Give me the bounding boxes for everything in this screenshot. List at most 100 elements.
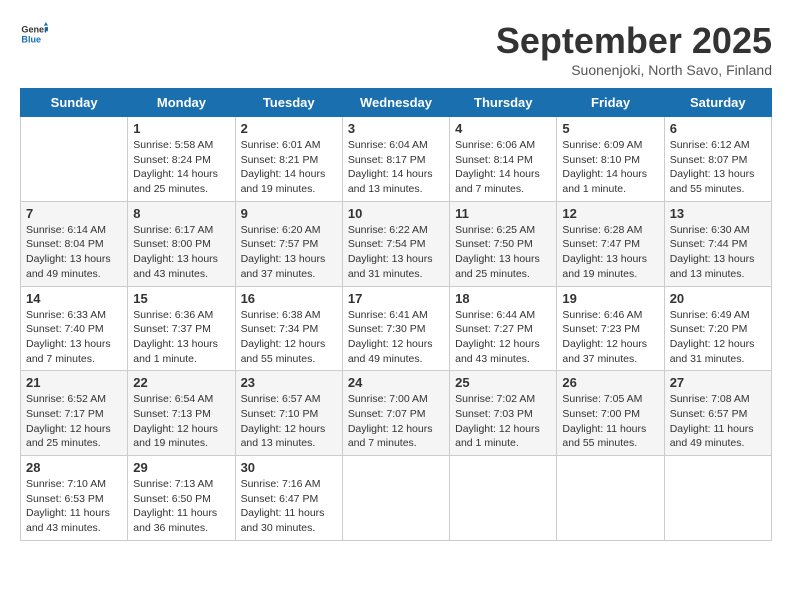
day-info: Sunrise: 6:25 AM Sunset: 7:50 PM Dayligh… bbox=[455, 223, 551, 282]
weekday-header-wednesday: Wednesday bbox=[342, 89, 449, 117]
day-info: Sunrise: 6:33 AM Sunset: 7:40 PM Dayligh… bbox=[26, 308, 122, 367]
title-area: September 2025 Suonenjoki, North Savo, F… bbox=[496, 20, 772, 78]
day-info: Sunrise: 6:36 AM Sunset: 7:37 PM Dayligh… bbox=[133, 308, 229, 367]
day-info: Sunrise: 6:06 AM Sunset: 8:14 PM Dayligh… bbox=[455, 138, 551, 197]
calendar-cell: 15 Sunrise: 6:36 AM Sunset: 7:37 PM Dayli… bbox=[128, 286, 235, 371]
calendar-cell: 11 Sunrise: 6:25 AM Sunset: 7:50 PM Dayli… bbox=[450, 201, 557, 286]
calendar-cell bbox=[342, 456, 449, 541]
day-number: 21 bbox=[26, 375, 122, 390]
calendar-cell: 19 Sunrise: 6:46 AM Sunset: 7:23 PM Dayli… bbox=[557, 286, 664, 371]
day-info: Sunrise: 6:44 AM Sunset: 7:27 PM Dayligh… bbox=[455, 308, 551, 367]
calendar-week-row: 14 Sunrise: 6:33 AM Sunset: 7:40 PM Dayli… bbox=[21, 286, 772, 371]
day-info: Sunrise: 5:58 AM Sunset: 8:24 PM Dayligh… bbox=[133, 138, 229, 197]
location-subtitle: Suonenjoki, North Savo, Finland bbox=[496, 62, 772, 78]
calendar-cell: 7Sunrise: 6:14 AM Sunset: 8:04 PM Daylig… bbox=[21, 201, 128, 286]
day-number: 27 bbox=[670, 375, 766, 390]
calendar-cell: 21 Sunrise: 6:52 AM Sunset: 7:17 PM Dayli… bbox=[21, 371, 128, 456]
page-header: General Blue September 2025 Suonenjoki, … bbox=[20, 20, 772, 78]
calendar-cell bbox=[450, 456, 557, 541]
day-info: Sunrise: 6:01 AM Sunset: 8:21 PM Dayligh… bbox=[241, 138, 337, 197]
day-info: Sunrise: 7:08 AM Sunset: 6:57 PM Dayligh… bbox=[670, 392, 766, 451]
day-number: 5 bbox=[562, 121, 658, 136]
day-info: Sunrise: 7:10 AM Sunset: 6:53 PM Dayligh… bbox=[26, 477, 122, 536]
calendar-cell: 17Sunrise: 6:41 AM Sunset: 7:30 PM Dayli… bbox=[342, 286, 449, 371]
calendar-cell bbox=[664, 456, 771, 541]
calendar-cell: 13Sunrise: 6:30 AM Sunset: 7:44 PM Dayli… bbox=[664, 201, 771, 286]
weekday-header-thursday: Thursday bbox=[450, 89, 557, 117]
day-info: Sunrise: 7:13 AM Sunset: 6:50 PM Dayligh… bbox=[133, 477, 229, 536]
calendar-week-row: 1 Sunrise: 5:58 AM Sunset: 8:24 PM Daylig… bbox=[21, 117, 772, 202]
day-number: 22 bbox=[133, 375, 229, 390]
calendar-cell: 29 Sunrise: 7:13 AM Sunset: 6:50 PM Dayli… bbox=[128, 456, 235, 541]
day-number: 15 bbox=[133, 291, 229, 306]
calendar-cell: 26 Sunrise: 7:05 AM Sunset: 7:00 PM Dayli… bbox=[557, 371, 664, 456]
day-info: Sunrise: 6:30 AM Sunset: 7:44 PM Dayligh… bbox=[670, 223, 766, 282]
month-title: September 2025 bbox=[496, 20, 772, 62]
calendar-table: SundayMondayTuesdayWednesdayThursdayFrid… bbox=[20, 88, 772, 541]
calendar-cell: 3 Sunrise: 6:04 AM Sunset: 8:17 PM Daylig… bbox=[342, 117, 449, 202]
day-number: 29 bbox=[133, 460, 229, 475]
day-number: 12 bbox=[562, 206, 658, 221]
day-number: 8 bbox=[133, 206, 229, 221]
svg-text:General: General bbox=[21, 25, 48, 35]
calendar-cell bbox=[557, 456, 664, 541]
calendar-cell: 22 Sunrise: 6:54 AM Sunset: 7:13 PM Dayli… bbox=[128, 371, 235, 456]
day-info: Sunrise: 6:49 AM Sunset: 7:20 PM Dayligh… bbox=[670, 308, 766, 367]
day-info: Sunrise: 7:02 AM Sunset: 7:03 PM Dayligh… bbox=[455, 392, 551, 451]
calendar-cell: 1 Sunrise: 5:58 AM Sunset: 8:24 PM Daylig… bbox=[128, 117, 235, 202]
calendar-cell: 20Sunrise: 6:49 AM Sunset: 7:20 PM Dayli… bbox=[664, 286, 771, 371]
calendar-cell: 25Sunrise: 7:02 AM Sunset: 7:03 PM Dayli… bbox=[450, 371, 557, 456]
day-info: Sunrise: 6:20 AM Sunset: 7:57 PM Dayligh… bbox=[241, 223, 337, 282]
day-number: 18 bbox=[455, 291, 551, 306]
calendar-week-row: 28 Sunrise: 7:10 AM Sunset: 6:53 PM Dayli… bbox=[21, 456, 772, 541]
calendar-cell: 12 Sunrise: 6:28 AM Sunset: 7:47 PM Dayli… bbox=[557, 201, 664, 286]
calendar-cell: 28 Sunrise: 7:10 AM Sunset: 6:53 PM Dayli… bbox=[21, 456, 128, 541]
day-info: Sunrise: 6:22 AM Sunset: 7:54 PM Dayligh… bbox=[348, 223, 444, 282]
day-number: 1 bbox=[133, 121, 229, 136]
calendar-cell: 9 Sunrise: 6:20 AM Sunset: 7:57 PM Daylig… bbox=[235, 201, 342, 286]
logo: General Blue bbox=[20, 20, 48, 48]
weekday-header-sunday: Sunday bbox=[21, 89, 128, 117]
day-info: Sunrise: 6:46 AM Sunset: 7:23 PM Dayligh… bbox=[562, 308, 658, 367]
calendar-cell: 6Sunrise: 6:12 AM Sunset: 8:07 PM Daylig… bbox=[664, 117, 771, 202]
day-info: Sunrise: 6:52 AM Sunset: 7:17 PM Dayligh… bbox=[26, 392, 122, 451]
day-number: 3 bbox=[348, 121, 444, 136]
calendar-cell: 18 Sunrise: 6:44 AM Sunset: 7:27 PM Dayli… bbox=[450, 286, 557, 371]
calendar-cell: 2 Sunrise: 6:01 AM Sunset: 8:21 PM Daylig… bbox=[235, 117, 342, 202]
day-info: Sunrise: 6:38 AM Sunset: 7:34 PM Dayligh… bbox=[241, 308, 337, 367]
day-number: 19 bbox=[562, 291, 658, 306]
day-info: Sunrise: 6:17 AM Sunset: 8:00 PM Dayligh… bbox=[133, 223, 229, 282]
day-number: 7 bbox=[26, 206, 122, 221]
day-info: Sunrise: 6:12 AM Sunset: 8:07 PM Dayligh… bbox=[670, 138, 766, 197]
weekday-header-tuesday: Tuesday bbox=[235, 89, 342, 117]
calendar-cell: 4 Sunrise: 6:06 AM Sunset: 8:14 PM Daylig… bbox=[450, 117, 557, 202]
day-number: 16 bbox=[241, 291, 337, 306]
day-info: Sunrise: 6:09 AM Sunset: 8:10 PM Dayligh… bbox=[562, 138, 658, 197]
calendar-cell: 16 Sunrise: 6:38 AM Sunset: 7:34 PM Dayli… bbox=[235, 286, 342, 371]
day-info: Sunrise: 6:54 AM Sunset: 7:13 PM Dayligh… bbox=[133, 392, 229, 451]
day-info: Sunrise: 7:05 AM Sunset: 7:00 PM Dayligh… bbox=[562, 392, 658, 451]
day-number: 11 bbox=[455, 206, 551, 221]
calendar-cell bbox=[21, 117, 128, 202]
calendar-cell: 10 Sunrise: 6:22 AM Sunset: 7:54 PM Dayli… bbox=[342, 201, 449, 286]
day-number: 28 bbox=[26, 460, 122, 475]
calendar-cell: 30Sunrise: 7:16 AM Sunset: 6:47 PM Dayli… bbox=[235, 456, 342, 541]
day-number: 2 bbox=[241, 121, 337, 136]
day-info: Sunrise: 6:57 AM Sunset: 7:10 PM Dayligh… bbox=[241, 392, 337, 451]
day-number: 9 bbox=[241, 206, 337, 221]
day-number: 26 bbox=[562, 375, 658, 390]
day-number: 10 bbox=[348, 206, 444, 221]
day-number: 17 bbox=[348, 291, 444, 306]
calendar-cell: 27 Sunrise: 7:08 AM Sunset: 6:57 PM Dayli… bbox=[664, 371, 771, 456]
day-number: 14 bbox=[26, 291, 122, 306]
day-info: Sunrise: 6:28 AM Sunset: 7:47 PM Dayligh… bbox=[562, 223, 658, 282]
day-info: Sunrise: 7:16 AM Sunset: 6:47 PM Dayligh… bbox=[241, 477, 337, 536]
day-number: 4 bbox=[455, 121, 551, 136]
day-number: 24 bbox=[348, 375, 444, 390]
weekday-header-row: SundayMondayTuesdayWednesdayThursdayFrid… bbox=[21, 89, 772, 117]
calendar-cell: 8 Sunrise: 6:17 AM Sunset: 8:00 PM Daylig… bbox=[128, 201, 235, 286]
day-info: Sunrise: 6:04 AM Sunset: 8:17 PM Dayligh… bbox=[348, 138, 444, 197]
calendar-week-row: 21 Sunrise: 6:52 AM Sunset: 7:17 PM Dayli… bbox=[21, 371, 772, 456]
calendar-cell: 24Sunrise: 7:00 AM Sunset: 7:07 PM Dayli… bbox=[342, 371, 449, 456]
logo-icon: General Blue bbox=[20, 20, 48, 48]
